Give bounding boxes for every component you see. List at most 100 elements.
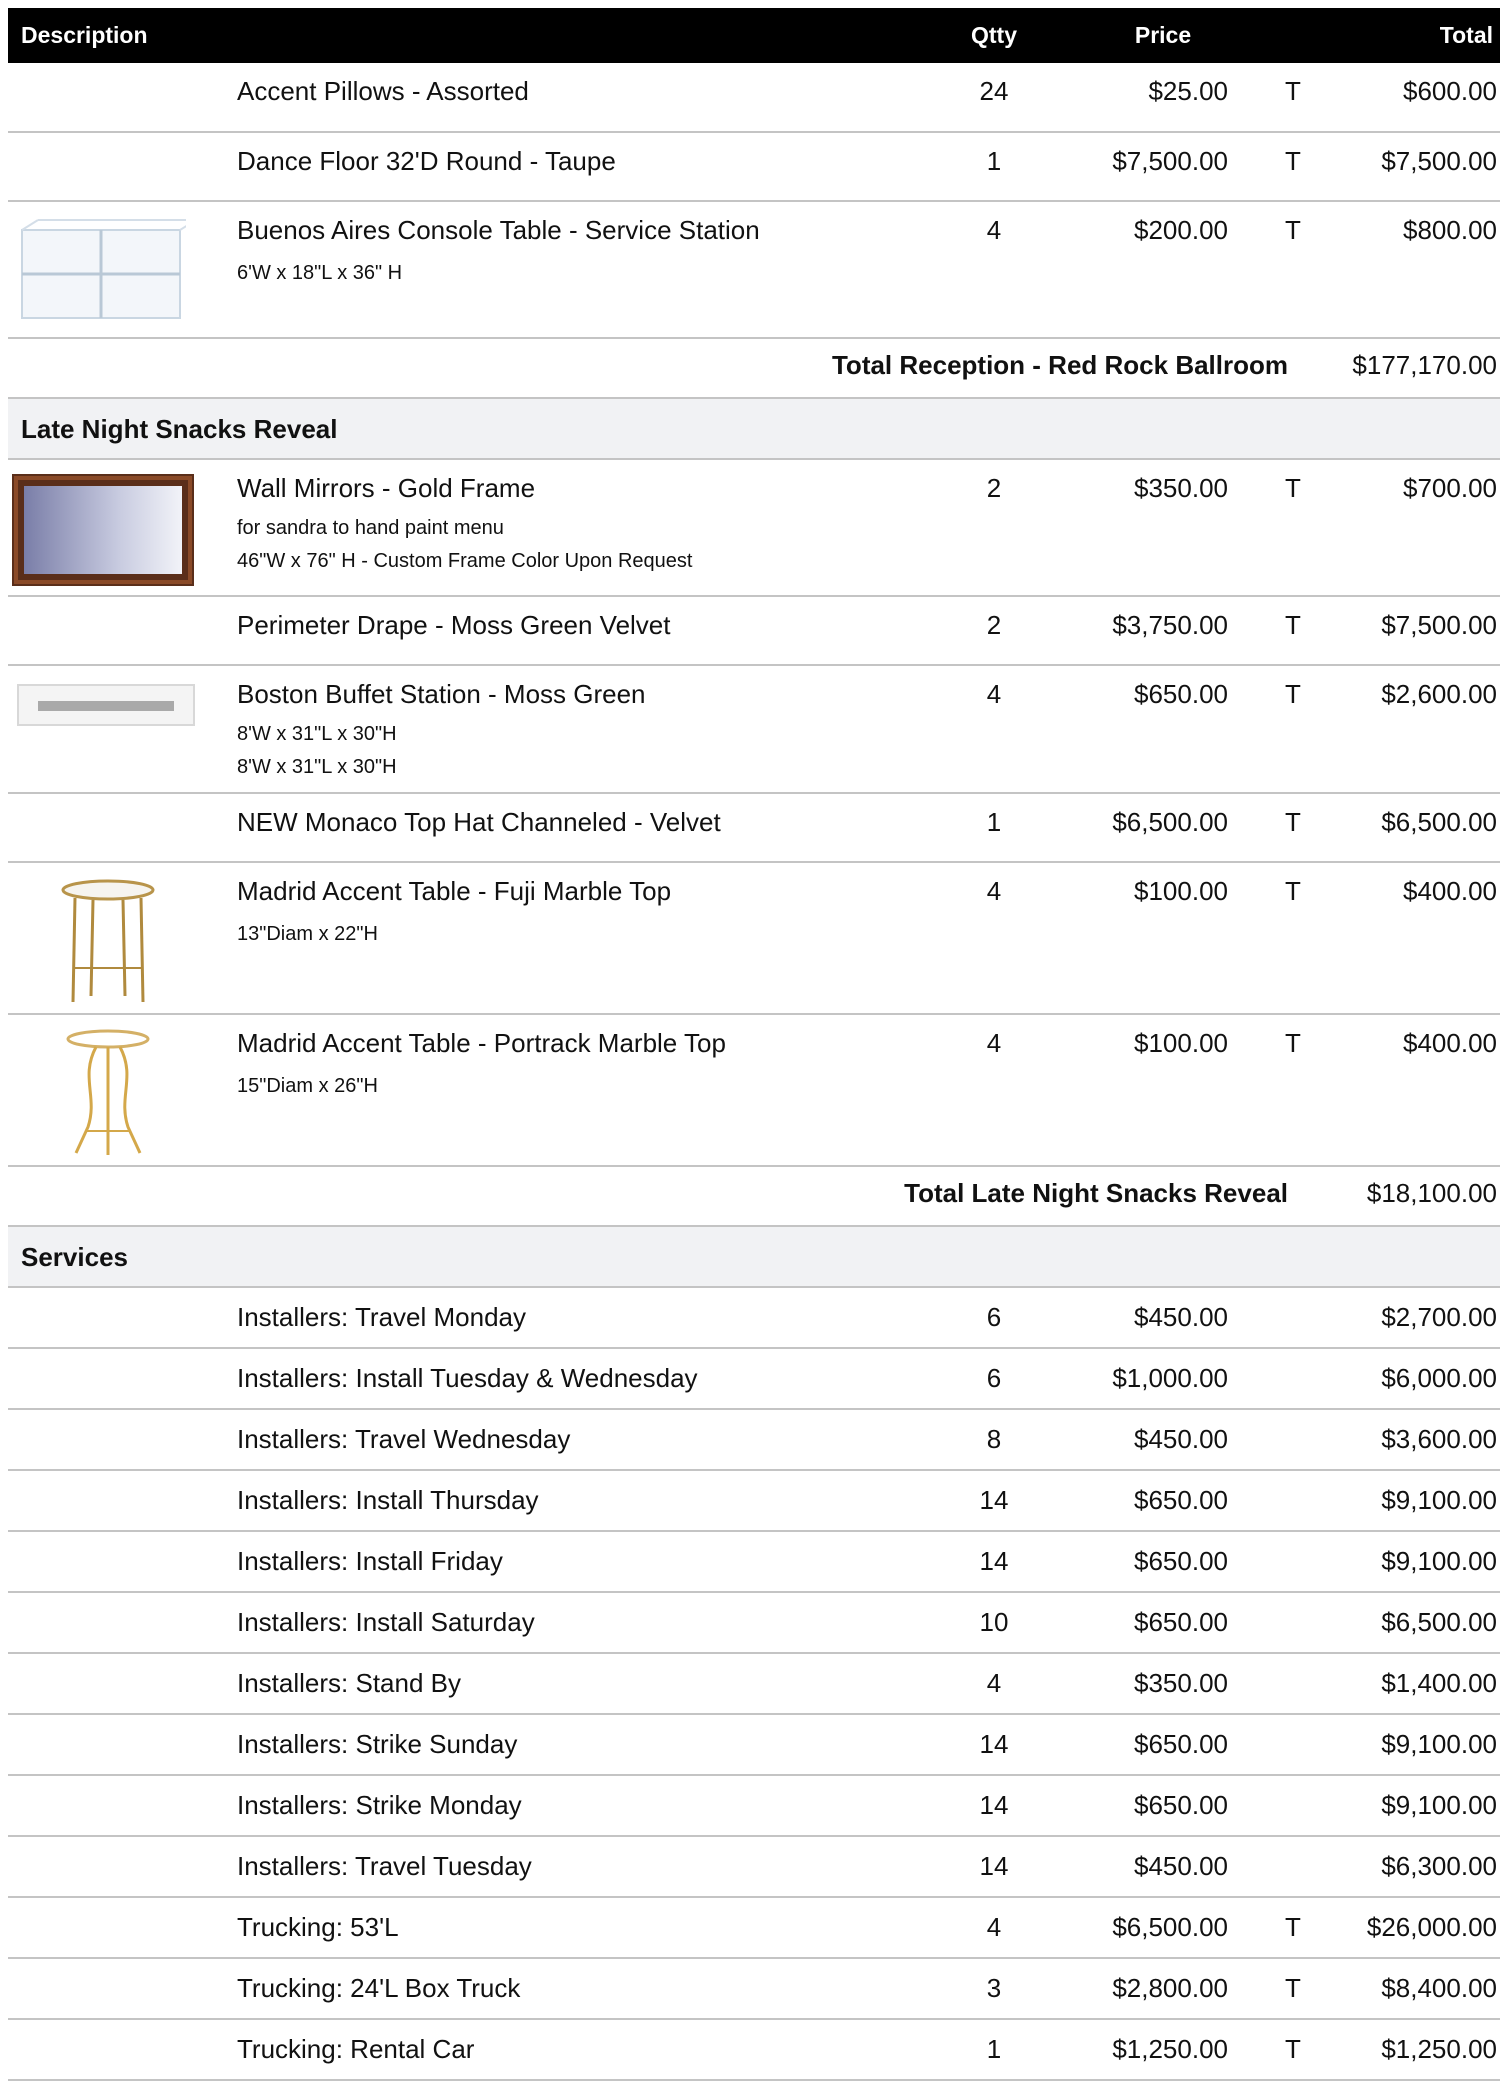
item-qty: 14 <box>979 1729 1009 1759</box>
accent-table-fuji-image <box>61 879 155 1003</box>
subtotal-amount: $18,100.00 <box>1366 1178 1497 1208</box>
table-row: Installers: Install Tuesday & Wednesday 6… <box>8 1349 1500 1410</box>
table-row: Dance Floor 32'D Round - Taupe 1 $7,500.… <box>8 133 1500 202</box>
item-name: Wall Mirrors - Gold Frame <box>237 473 536 503</box>
section-title: Late Night Snacks Reveal <box>21 414 338 444</box>
item-qty: 3 <box>986 1973 1002 2003</box>
column-header-total: Total <box>1439 22 1493 48</box>
item-price: $350.00 <box>1134 1668 1228 1698</box>
item-name: Installers: Stand By <box>237 1668 461 1698</box>
table-row: Trucking: 24'L Box Truck 3 $2,800.00 T $8,40… <box>8 1959 1500 2020</box>
item-price: $3,750.00 <box>1112 610 1228 640</box>
item-detail: 13"Diam x 22"H <box>237 923 378 945</box>
table-row: Wall Mirrors - Gold Frame for sandra to … <box>8 460 1500 597</box>
table-row: Installers: Install Saturday 10 $650.00 $6,… <box>8 1593 1500 1654</box>
item-qty: 14 <box>979 1485 1009 1515</box>
item-tax-flag: T <box>1285 1973 1301 2003</box>
item-name: Trucking: Rental Car <box>237 2034 475 2064</box>
item-price: $450.00 <box>1134 1302 1228 1332</box>
table-row: Installers: Travel Monday 6 $450.00 $2,700.… <box>8 1288 1500 1349</box>
item-price: $25.00 <box>1148 76 1228 106</box>
buffet-station-image <box>17 684 195 726</box>
item-name: Madrid Accent Table - Portrack Marble To… <box>237 1028 726 1058</box>
item-name: Installers: Travel Tuesday <box>237 1851 532 1881</box>
item-name: Accent Pillows - Assorted <box>237 76 529 106</box>
section-header: Late Night Snacks Reveal <box>8 399 1500 460</box>
item-name: Installers: Strike Sunday <box>237 1729 518 1759</box>
item-detail: 6'W x 18"L x 36" H <box>237 262 403 284</box>
item-qty: 1 <box>986 146 1002 176</box>
item-tax-flag: T <box>1285 473 1301 503</box>
table-row: NEW Monaco Top Hat Channeled - Velvet 1 … <box>8 794 1500 863</box>
item-total: $1,250.00 <box>1381 2034 1497 2064</box>
item-qty: 6 <box>986 1302 1002 1332</box>
item-name: NEW Monaco Top Hat Channeled - Velvet <box>237 807 721 837</box>
section-header: Services <box>8 1227 1500 1288</box>
item-tax-flag: T <box>1285 1912 1301 1942</box>
item-tax-flag: T <box>1285 807 1301 837</box>
table-row: Buenos Aires Console Table - Service Sta… <box>8 202 1500 339</box>
table-row: Madrid Accent Table - Fuji Marble Top 13… <box>8 863 1500 1015</box>
item-total: $3,600.00 <box>1381 1424 1497 1454</box>
item-total: $26,000.00 <box>1366 1912 1497 1942</box>
item-qty: 10 <box>979 1607 1009 1637</box>
table-row: Installers: Install Thursday 14 $650.00 $9,… <box>8 1471 1500 1532</box>
acrylic-console-table-image <box>21 219 186 319</box>
item-qty: 2 <box>986 610 1002 640</box>
item-price: $450.00 <box>1134 1851 1228 1881</box>
item-qty: 4 <box>986 215 1002 245</box>
subtotal-amount: $177,170.00 <box>1352 350 1497 380</box>
item-qty: 14 <box>979 1790 1009 1820</box>
item-total: $600.00 <box>1403 76 1497 106</box>
item-qty: 1 <box>986 807 1002 837</box>
accent-table-portrack-image <box>66 1029 150 1155</box>
item-price: $450.00 <box>1134 1424 1228 1454</box>
item-price: $100.00 <box>1134 876 1228 906</box>
item-price: $6,500.00 <box>1112 1912 1228 1942</box>
item-price: $650.00 <box>1134 1546 1228 1576</box>
table-row: Trucking: Rental Car 1 $1,250.00 T $1,250.00 <box>8 2020 1500 2081</box>
table-row: Perimeter Drape - Moss Green Velvet 2 $3… <box>8 597 1500 666</box>
item-qty: 2 <box>986 473 1002 503</box>
item-qty: 4 <box>986 1668 1002 1698</box>
item-name: Madrid Accent Table - Fuji Marble Top <box>237 876 672 906</box>
table-row: Installers: Travel Tuesday 14 $450.00 $6,30… <box>8 1837 1500 1898</box>
item-tax-flag: T <box>1285 2034 1301 2064</box>
table-row: Trucking: 53'L 4 $6,500.00 T $26,000.00 <box>8 1898 1500 1959</box>
item-tax-flag: T <box>1285 679 1301 709</box>
item-total: $2,700.00 <box>1381 1302 1497 1332</box>
item-total: $6,500.00 <box>1381 1607 1497 1637</box>
table-row: Installers: Travel Wednesday 8 $450.00 $3,6… <box>8 1410 1500 1471</box>
item-qty: 14 <box>979 1851 1009 1881</box>
table-row: Madrid Accent Table - Portrack Marble To… <box>8 1015 1500 1167</box>
item-price: $2,800.00 <box>1112 1973 1228 2003</box>
table-row: Boston Buffet Station - Moss Green 8'W x… <box>8 666 1500 794</box>
table-row: Installers: Strike Monday 14 $650.00 $9,100… <box>8 1776 1500 1837</box>
item-price: $100.00 <box>1134 1028 1228 1058</box>
item-price: $1,250.00 <box>1112 2034 1228 2064</box>
item-price: $200.00 <box>1134 215 1228 245</box>
item-price: $7,500.00 <box>1112 146 1228 176</box>
table-header: Description Qtty Price Total <box>8 8 1500 63</box>
item-price: $650.00 <box>1134 1607 1228 1637</box>
item-qty: 6 <box>986 1363 1002 1393</box>
subtotal-label: Total Reception - Red Rock Ballroom <box>831 350 1288 380</box>
subtotal-label: Total Late Night Snacks Reveal <box>904 1178 1288 1208</box>
item-total: $1,400.00 <box>1381 1668 1497 1698</box>
item-total: $7,500.00 <box>1381 146 1497 176</box>
item-total: $400.00 <box>1403 876 1497 906</box>
item-qty: 24 <box>979 76 1009 106</box>
item-tax-flag: T <box>1285 76 1301 106</box>
item-qty: 8 <box>986 1424 1002 1454</box>
table-row: Installers: Strike Sunday 14 $650.00 $9,100… <box>8 1715 1500 1776</box>
item-name: Buenos Aires Console Table - Service Sta… <box>237 215 760 245</box>
item-total: $9,100.00 <box>1381 1546 1497 1576</box>
item-price: $350.00 <box>1134 473 1228 503</box>
item-name: Boston Buffet Station - Moss Green <box>237 679 646 709</box>
item-price: $650.00 <box>1134 1790 1228 1820</box>
item-price: $650.00 <box>1134 1485 1228 1515</box>
item-detail: 15"Diam x 26"H <box>237 1075 378 1097</box>
item-name: Installers: Strike Monday <box>237 1790 522 1820</box>
column-header-description: Description <box>21 22 148 48</box>
item-name: Installers: Travel Wednesday <box>237 1424 571 1454</box>
